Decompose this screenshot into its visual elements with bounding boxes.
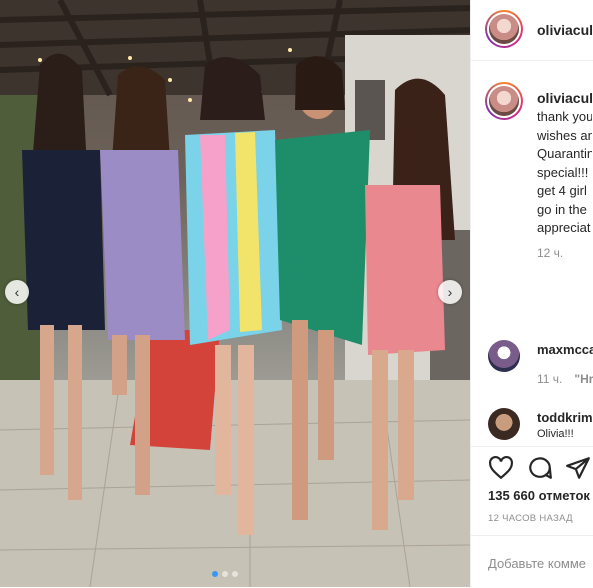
- next-slide-button[interactable]: ›: [438, 280, 462, 304]
- likes-count[interactable]: 135 660 отметок: [488, 488, 590, 503]
- author-username[interactable]: oliviaculpo: [537, 22, 593, 38]
- chevron-left-icon: ‹: [14, 284, 20, 300]
- prev-slide-button[interactable]: ‹: [5, 280, 29, 304]
- caption-line: go in the: [537, 201, 587, 217]
- chevron-right-icon: ›: [447, 284, 453, 300]
- commenter-avatar[interactable]: [488, 408, 520, 440]
- photo-illustration: [0, 0, 470, 587]
- comment-username[interactable]: maxmcca: [537, 342, 593, 357]
- add-comment-bar: Добавьте комме: [471, 535, 593, 588]
- comment-username[interactable]: toddkrim: [537, 410, 593, 425]
- caption-line: appreciat: [537, 220, 591, 235]
- caption-line: wishes an: [537, 127, 592, 143]
- comment-text: "Hr: [574, 372, 593, 386]
- carousel-dot: [232, 571, 238, 577]
- commenter-avatar[interactable]: [488, 340, 520, 372]
- heart-icon[interactable]: [488, 455, 514, 481]
- post-photo[interactable]: ‹ ›: [0, 0, 470, 587]
- posted-time: 12 ЧАСОВ НАЗАД: [488, 513, 573, 524]
- author-avatar[interactable]: [485, 10, 523, 48]
- caption-line: thank you: [537, 109, 592, 124]
- caption-username[interactable]: oliviaculpo: [537, 90, 593, 106]
- comment-icon[interactable]: [527, 455, 553, 481]
- post-header: oliviaculpo: [471, 0, 593, 61]
- caption-line: special!!!: [537, 164, 589, 180]
- caption-time[interactable]: 12 ч.: [537, 246, 563, 260]
- carousel-dots: [212, 571, 238, 577]
- post-sidebar: oliviaculpo oliviaculpo thank you wishes…: [470, 0, 593, 587]
- caption-line: Quarantin: [537, 146, 592, 161]
- carousel-dot: [222, 571, 228, 577]
- comment-meta: 11 ч. "Hr: [537, 372, 593, 386]
- add-comment-input[interactable]: Добавьте комме: [488, 556, 586, 571]
- caption-author-avatar[interactable]: [485, 82, 523, 120]
- comment-time[interactable]: 11 ч.: [537, 372, 562, 386]
- caption-text: thank you wishes an Quarantin special!!!…: [537, 108, 592, 238]
- caption-line: get 4 girl: [537, 183, 587, 198]
- carousel-dot: [212, 571, 218, 577]
- comment-text: Olivia!!!: [537, 428, 574, 440]
- share-icon[interactable]: [565, 455, 591, 481]
- post-actions: [471, 446, 593, 487]
